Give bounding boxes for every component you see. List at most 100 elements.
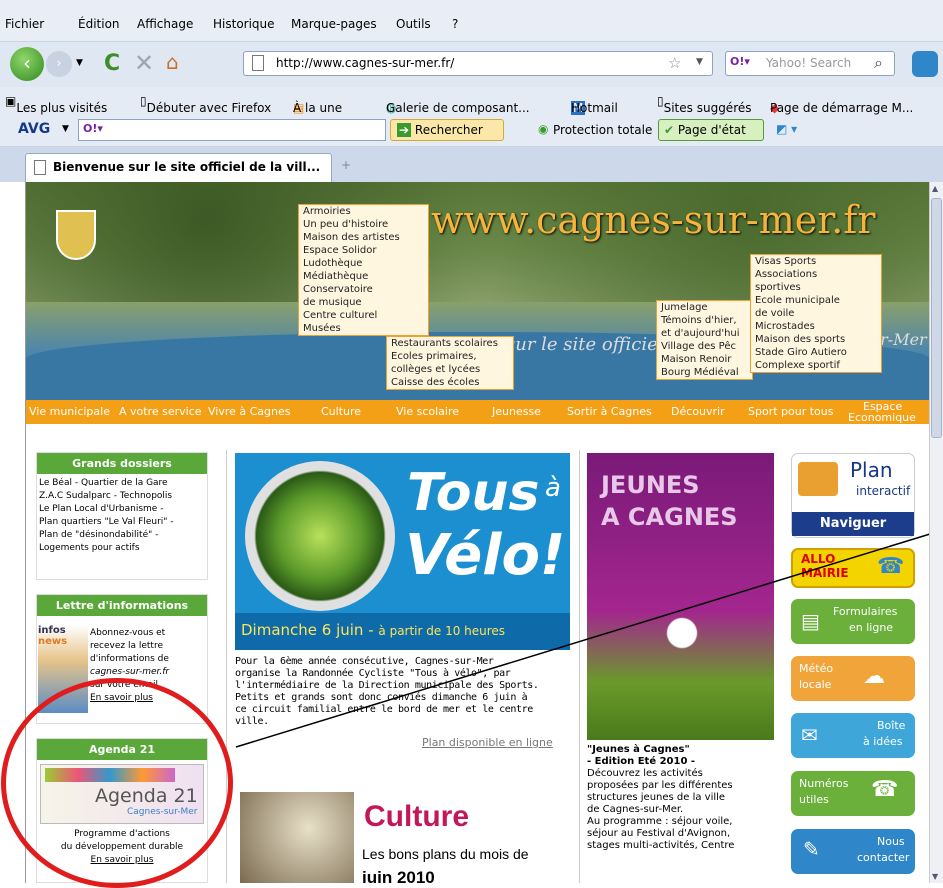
dropdown-item[interactable]: Maison des artistes (299, 231, 428, 244)
avg-extra-icon[interactable]: ◩ ▾ (776, 122, 797, 136)
menu-vie-scolaire[interactable]: Vie scolaire (396, 405, 459, 418)
tab-active[interactable]: Bienvenue sur le site officiel de la vil… (25, 153, 332, 182)
plan-label: Plan (850, 458, 893, 482)
avg-dropdown[interactable]: ▼ (62, 124, 69, 134)
bookmarks-toolbar: ▣ Les plus visités ▯ Débuter avec Firefo… (0, 87, 943, 115)
avg-logo[interactable]: AVG (18, 121, 50, 137)
menu-outils[interactable]: Outils (396, 17, 431, 31)
url-bar[interactable]: http://www.cagnes-sur-mer.fr/ ☆ ▼ (243, 51, 713, 76)
lettre-text: Abonnez-vous et (90, 628, 166, 638)
culture-title[interactable]: Culture (364, 800, 469, 834)
dropdown-item[interactable]: Armoiries (299, 205, 428, 218)
dropdown-item[interactable]: Microstades (751, 320, 881, 333)
dropdown-item[interactable]: de voile (751, 307, 881, 320)
dropdown-item[interactable]: Musées (299, 322, 428, 335)
dropdown-item[interactable]: Ecole municipale (751, 294, 881, 307)
velo-plan-link[interactable]: Plan disponible en ligne (422, 736, 553, 749)
dropdown-item[interactable]: Ludothèque (299, 257, 428, 270)
menu-marque-pages[interactable]: Marque-pages (291, 17, 377, 31)
form-label: Formulaires (833, 605, 898, 618)
menu-jeunesse[interactable]: Jeunesse (492, 405, 541, 418)
dropdown-item[interactable]: collèges et lycées (387, 363, 513, 376)
dropdown-item[interactable]: Caisse des écoles (387, 376, 513, 389)
menu-vivre-cagnes[interactable]: Vivre à Cagnes (208, 405, 291, 418)
dossier-link[interactable]: Plan de "désinondabilité" - (39, 529, 205, 542)
back-button[interactable]: ‹ (10, 47, 44, 81)
dossier-link[interactable]: Le Béal - Quartier de la Gare (39, 477, 205, 490)
dropdown-item[interactable]: Témoins d'hier, (657, 314, 752, 327)
scroll-thumb[interactable] (931, 198, 942, 438)
dropdown-item[interactable]: Ecoles primaires, (387, 350, 513, 363)
dossier-link[interactable]: Logements pour actifs (39, 542, 205, 555)
boite-idees-button[interactable]: ✉ Boîte à idées (791, 713, 915, 758)
dropdown-item[interactable]: Centre culturel (299, 309, 428, 322)
menu-edition[interactable]: Édition (78, 17, 120, 31)
scroll-down-icon[interactable]: ▼ (932, 872, 938, 881)
dropdown-item[interactable]: Village des Pêc (657, 340, 752, 353)
menu-economique[interactable]: Economique (848, 411, 916, 424)
dropdown-item[interactable]: Conservatoire (299, 283, 428, 296)
dropdown-item[interactable]: Maison des sports (751, 333, 881, 346)
dropdown-item[interactable]: Stade Giro Autiero (751, 346, 881, 359)
dropdown-item[interactable]: sportives (751, 281, 881, 294)
dropdown-item[interactable]: Visas Sports (751, 255, 881, 268)
dropdown-item[interactable]: Un peu d'histoire (299, 218, 428, 231)
dropdown-item[interactable]: de musique (299, 296, 428, 309)
menu-sport[interactable]: Sport pour tous (748, 405, 833, 418)
avg-search-input[interactable]: O!▾ (78, 119, 386, 141)
dossier-link[interactable]: Plan quartiers "Le Val Fleuri" - (39, 516, 205, 529)
dropdown-item[interactable]: Jumelage (657, 301, 752, 314)
dropdown-item[interactable]: Médiathèque (299, 270, 428, 283)
dropdown-item[interactable]: Complexe sportif (751, 359, 881, 372)
menu-decouvrir[interactable]: Découvrir (671, 405, 725, 418)
dropdown-item[interactable]: Restaurants scolaires (387, 337, 513, 350)
scroll-up-icon[interactable]: ▲ (932, 184, 938, 193)
addon-icon[interactable] (912, 51, 938, 77)
new-tab-button[interactable]: + (335, 158, 357, 178)
search-box[interactable]: O!▾ Yahoo! Search ⌕ (725, 51, 895, 76)
page-etat-button[interactable]: ✔ Page d'état (658, 119, 764, 141)
menu-fichier[interactable]: Fichier (5, 17, 44, 31)
stop-icon[interactable]: ✕ (134, 49, 154, 77)
avg-search-button[interactable]: ➔ Rechercher (390, 119, 504, 141)
star-icon[interactable]: ☆ (668, 54, 681, 72)
dropdown-item[interactable]: Associations (751, 268, 881, 281)
menu-historique[interactable]: Historique (213, 17, 275, 31)
vertical-scrollbar[interactable]: ▲ ▼ (929, 182, 943, 883)
jeunes-line: séjour au Festival d'Avignon, (587, 828, 731, 839)
reload-icon[interactable]: C (104, 51, 120, 76)
protection-label[interactable]: Protection totale (553, 123, 652, 137)
nous-contacter-button[interactable]: ✎ Nous contacter (791, 829, 915, 874)
allo-mairie-button[interactable]: ALLO MAIRIE ☎ (791, 548, 915, 588)
dossier-link[interactable]: Le Plan Local d'Urbanisme - (39, 503, 205, 516)
menu-affichage[interactable]: Affichage (137, 17, 193, 31)
home-icon[interactable]: ⌂ (166, 50, 179, 74)
menu-vie-municipale[interactable]: Vie municipale (29, 405, 110, 418)
meteo-button[interactable]: Météo locale ☁ (791, 656, 915, 701)
menu-votre-service[interactable]: A votre service (119, 405, 202, 418)
dossier-link[interactable]: Z.A.C Sudalparc - Technopolis (39, 490, 205, 503)
plan-interactif-button[interactable]: Plan interactif Naviguer (791, 453, 915, 538)
dropdown-item[interactable]: Maison Renoir (657, 353, 752, 366)
dropdown-item[interactable]: Espace Solidor (299, 244, 428, 257)
dropdown-arrow-icon[interactable]: ▼ (76, 58, 83, 68)
jeunes-poster[interactable]: JEUNES A CAGNES (587, 453, 774, 740)
chevron-down-icon[interactable]: ▼ (696, 57, 703, 67)
menu-sortir[interactable]: Sortir à Cagnes (567, 405, 652, 418)
search-icon[interactable]: ⌕ (874, 53, 883, 73)
forward-button[interactable]: › (46, 51, 72, 77)
bookmark-getting-started[interactable]: ▯ Débuter avec Firefox (140, 94, 271, 115)
formulaires-button[interactable]: ▤ Formulaires en ligne (791, 599, 915, 644)
menu-help[interactable]: ? (452, 17, 458, 31)
banner-slogan: sur le site officiel (506, 334, 664, 355)
dropdown-item[interactable]: et d'aujourd'hui (657, 327, 752, 340)
mailbox-icon: ✉ (801, 723, 818, 747)
annotation-circle (1, 678, 233, 888)
dropdown-item[interactable]: Bourg Médiéval (657, 366, 752, 379)
numeros-utiles-button[interactable]: Numéros utiles ☎ (791, 771, 915, 816)
menu-culture[interactable]: Culture (321, 405, 361, 418)
culture-sub: Les bons plans du mois de (362, 846, 529, 862)
bookmark-most-visited[interactable]: ▣ Les plus visités (5, 94, 107, 115)
bookmark-sites-suggeres[interactable]: ▯ Sites suggérés (657, 94, 752, 115)
velo-banner[interactable]: Tous à Vélo! Dimanche 6 juin - à partir … (235, 453, 570, 650)
